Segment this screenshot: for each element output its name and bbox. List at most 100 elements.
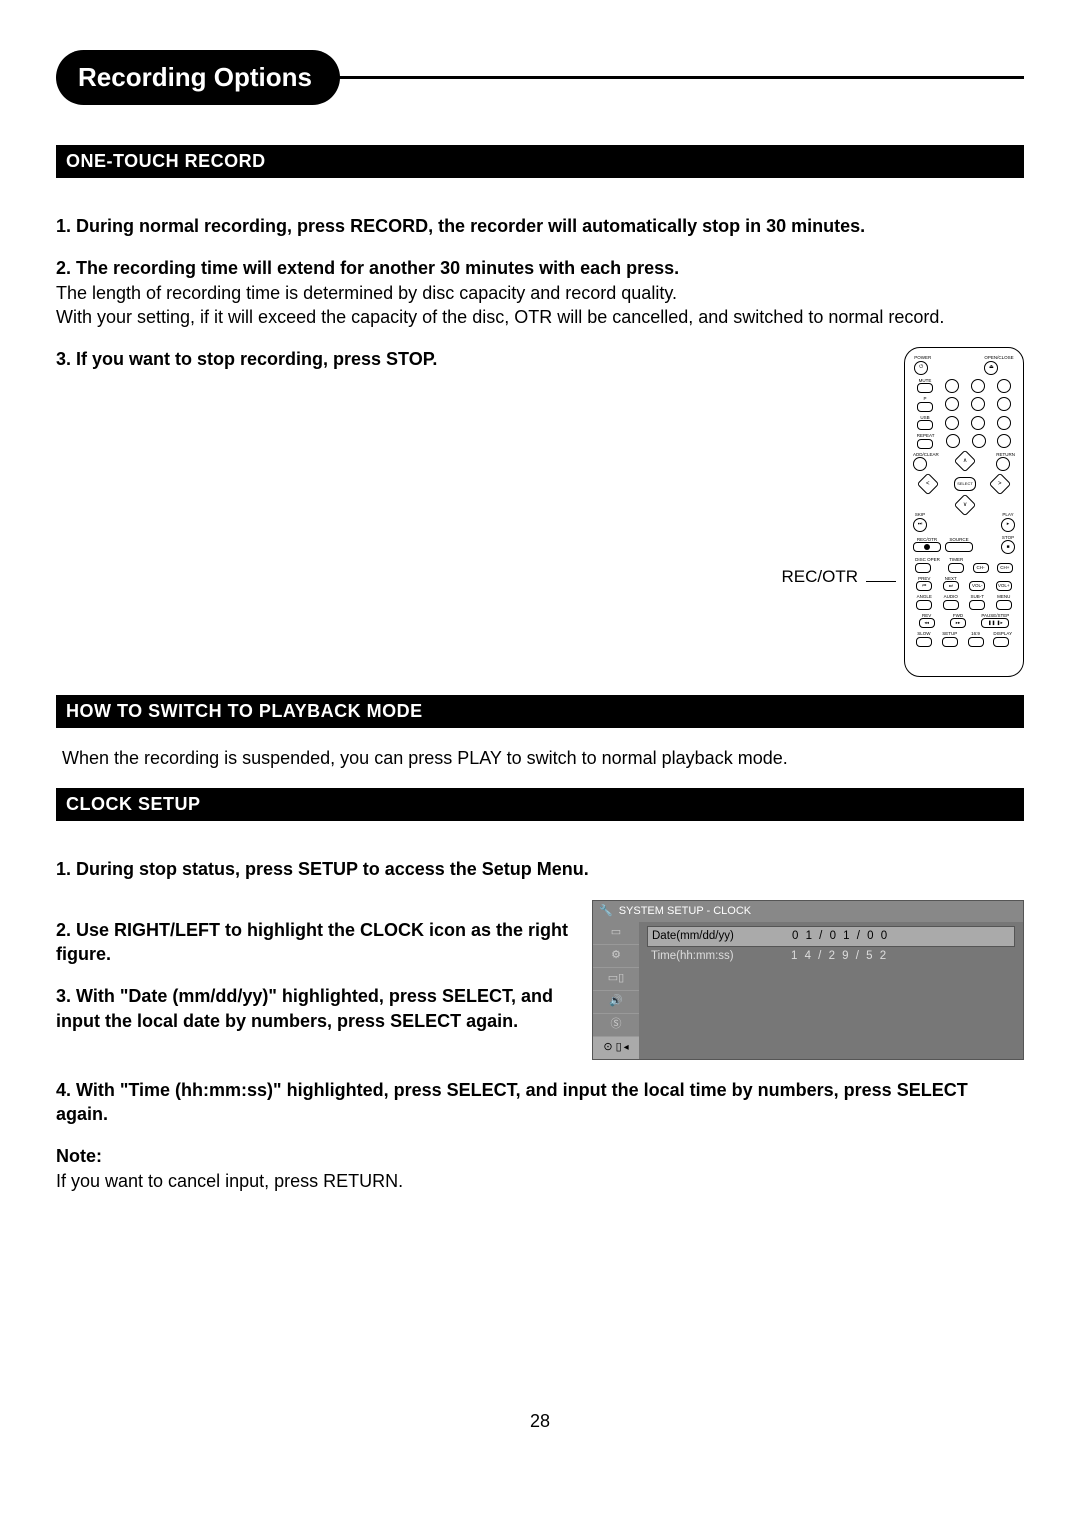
btn-num1	[945, 379, 959, 393]
remote-diagram-wrap: REC/OTR POWER ⏻ OPEN/CLOSE ⏏	[782, 347, 1025, 677]
otr-step2-note1: The length of recording time is determin…	[56, 281, 1024, 305]
section-body-clock: 1. During stop status, press SETUP to ac…	[56, 821, 1024, 1210]
section-heading-otr: ONE-TOUCH RECORD	[56, 145, 1024, 178]
btn-openclose: ⏏	[984, 361, 998, 375]
section-heading-clock: CLOCK SETUP	[56, 788, 1024, 821]
lbl-slow: SLOW	[916, 632, 932, 637]
lbl-stop: STOP	[1001, 536, 1015, 541]
remote-diagram: POWER ⏻ OPEN/CLOSE ⏏ MUTE	[904, 347, 1024, 677]
btn-num0a	[946, 434, 960, 448]
btn-angle	[916, 600, 932, 610]
lbl-next: NEXT	[943, 577, 959, 582]
otr-step2: 2. The recording time will extend for an…	[56, 256, 1024, 280]
rec-dot-icon	[924, 544, 930, 550]
lbl-discoper: DISC OPER	[915, 558, 940, 563]
btn-pause: ❚❚ ❚▸	[981, 618, 1009, 628]
clock-date-label: Date(mm/dd/yy)	[652, 929, 792, 945]
btn-repeat	[917, 439, 933, 449]
btn-usb	[917, 420, 933, 430]
btn-rec	[913, 542, 941, 552]
sidebar-icon-4: 🔊	[593, 990, 639, 1013]
lbl-skip: SKIP	[913, 513, 927, 518]
lbl-display: DISPLAY	[993, 632, 1012, 637]
btn-stop: ■	[1001, 540, 1015, 554]
lbl-menu: MENU	[996, 595, 1012, 600]
btn-audio	[943, 600, 959, 610]
btn-next: ⏭	[943, 581, 959, 591]
page-number: 28	[56, 1411, 1024, 1432]
sidebar-icon-3: ▭▯	[593, 967, 639, 990]
clock-note-label: Note:	[56, 1144, 1024, 1168]
lbl-openclose: OPEN/CLOSE	[984, 356, 1013, 361]
lbl-pip: P	[917, 397, 933, 402]
btn-select: SELECT	[954, 477, 976, 491]
lbl-prev: PREV	[916, 577, 932, 582]
btn-num0b	[972, 434, 986, 448]
clock-step4: 4. With "Time (hh:mm:ss)" highlighted, p…	[56, 1078, 1024, 1127]
btn-skip: ⏭	[913, 518, 927, 532]
btn-left: <	[917, 473, 940, 496]
sidebar-icon-2: ⚙	[593, 944, 639, 967]
lbl-blank1	[973, 558, 989, 563]
lbl-play: PLAY	[1001, 513, 1015, 518]
wrench-icon: 🔧	[599, 904, 613, 919]
clock-time-value: 1 4 / 2 9 / 5 2	[791, 949, 1011, 965]
clock-time-row: Time(hh:mm:ss) 1 4 / 2 9 / 5 2	[647, 947, 1015, 967]
lbl-169: 16:9	[968, 632, 984, 637]
nav-pad: ∧ ∨ < > SELECT	[924, 457, 1004, 509]
btn-power: ⏻	[914, 361, 928, 375]
title-row: Recording Options	[56, 50, 1024, 105]
btn-display	[993, 637, 1009, 647]
title-rule	[336, 76, 1024, 79]
clock-step1: 1. During stop status, press SETUP to ac…	[56, 857, 1024, 881]
lbl-mute: MUTE	[917, 379, 933, 384]
btn-num3	[997, 379, 1011, 393]
lbl-timer: TIMER	[948, 558, 964, 563]
lbl-audio: AUDIO	[943, 595, 959, 600]
btn-num2	[971, 379, 985, 393]
lbl-power: POWER	[914, 356, 931, 361]
btn-source	[945, 542, 973, 552]
lbl-pause: PAUSE/STEP	[981, 614, 1009, 619]
btn-timer	[948, 563, 964, 573]
lbl-repeat: REPEAT	[917, 434, 935, 439]
btn-num9	[997, 416, 1011, 430]
btn-fwd: ▸▸	[950, 618, 966, 628]
clock-note: If you want to cancel input, press RETUR…	[56, 1169, 1024, 1193]
clock-fig-title: SYSTEM SETUP - CLOCK	[619, 904, 751, 919]
btn-num4	[945, 397, 959, 411]
btn-chup: CH+	[997, 563, 1013, 573]
lbl-subt: SUB-T	[969, 595, 985, 600]
btn-subt	[969, 600, 985, 610]
btn-right: >	[989, 473, 1012, 496]
sidebar-icon-clock: ⊙ ▯ ◂	[593, 1036, 639, 1059]
remote-callout-label: REC/OTR	[782, 566, 859, 589]
clock-date-value: 0 1 / 0 1 / 0 0	[792, 929, 1010, 945]
section-heading-playback: HOW TO SWITCH TO PLAYBACK MODE	[56, 695, 1024, 728]
page-title: Recording Options	[56, 50, 340, 105]
clock-fig-main: Date(mm/dd/yy) 0 1 / 0 1 / 0 0 Time(hh:m…	[639, 922, 1023, 1059]
btn-volup: VOL+	[996, 581, 1012, 591]
otr-step1: 1. During normal recording, press RECORD…	[56, 214, 1024, 238]
lbl-setup: SETUP	[942, 632, 958, 637]
otr-step3: 3. If you want to stop recording, press …	[56, 347, 762, 371]
left-arrow-icon: ◂	[624, 1041, 629, 1055]
btn-num6	[997, 397, 1011, 411]
btn-num7	[945, 416, 959, 430]
btn-num8	[971, 416, 985, 430]
clock-fig-header: 🔧 SYSTEM SETUP - CLOCK	[593, 901, 1023, 922]
clock-fig-sidebar: ▭ ⚙ ▭▯ 🔊 Ⓢ ⊙ ▯ ◂	[593, 922, 639, 1059]
otr-step2-note2: With your setting, if it will exceed the…	[56, 305, 1024, 329]
clock-step2: 2. Use RIGHT/LEFT to highlight the CLOCK…	[56, 918, 572, 967]
clock-step3: 3. With "Date (mm/dd/yy)" highlighted, p…	[56, 984, 572, 1033]
sidebar-icon-5: Ⓢ	[593, 1013, 639, 1036]
sidebar-icon-1: ▭	[593, 922, 639, 944]
btn-play: ▸	[1001, 518, 1015, 532]
btn-chdn: CH-	[973, 563, 989, 573]
clock-date-row: Date(mm/dd/yy) 0 1 / 0 1 / 0 0	[647, 926, 1015, 948]
btn-prev: ⏮	[916, 581, 932, 591]
btn-setup	[942, 637, 958, 647]
btn-pip	[917, 402, 933, 412]
btn-voldn: VOL-	[969, 581, 985, 591]
btn-rev: ◂◂	[919, 618, 935, 628]
